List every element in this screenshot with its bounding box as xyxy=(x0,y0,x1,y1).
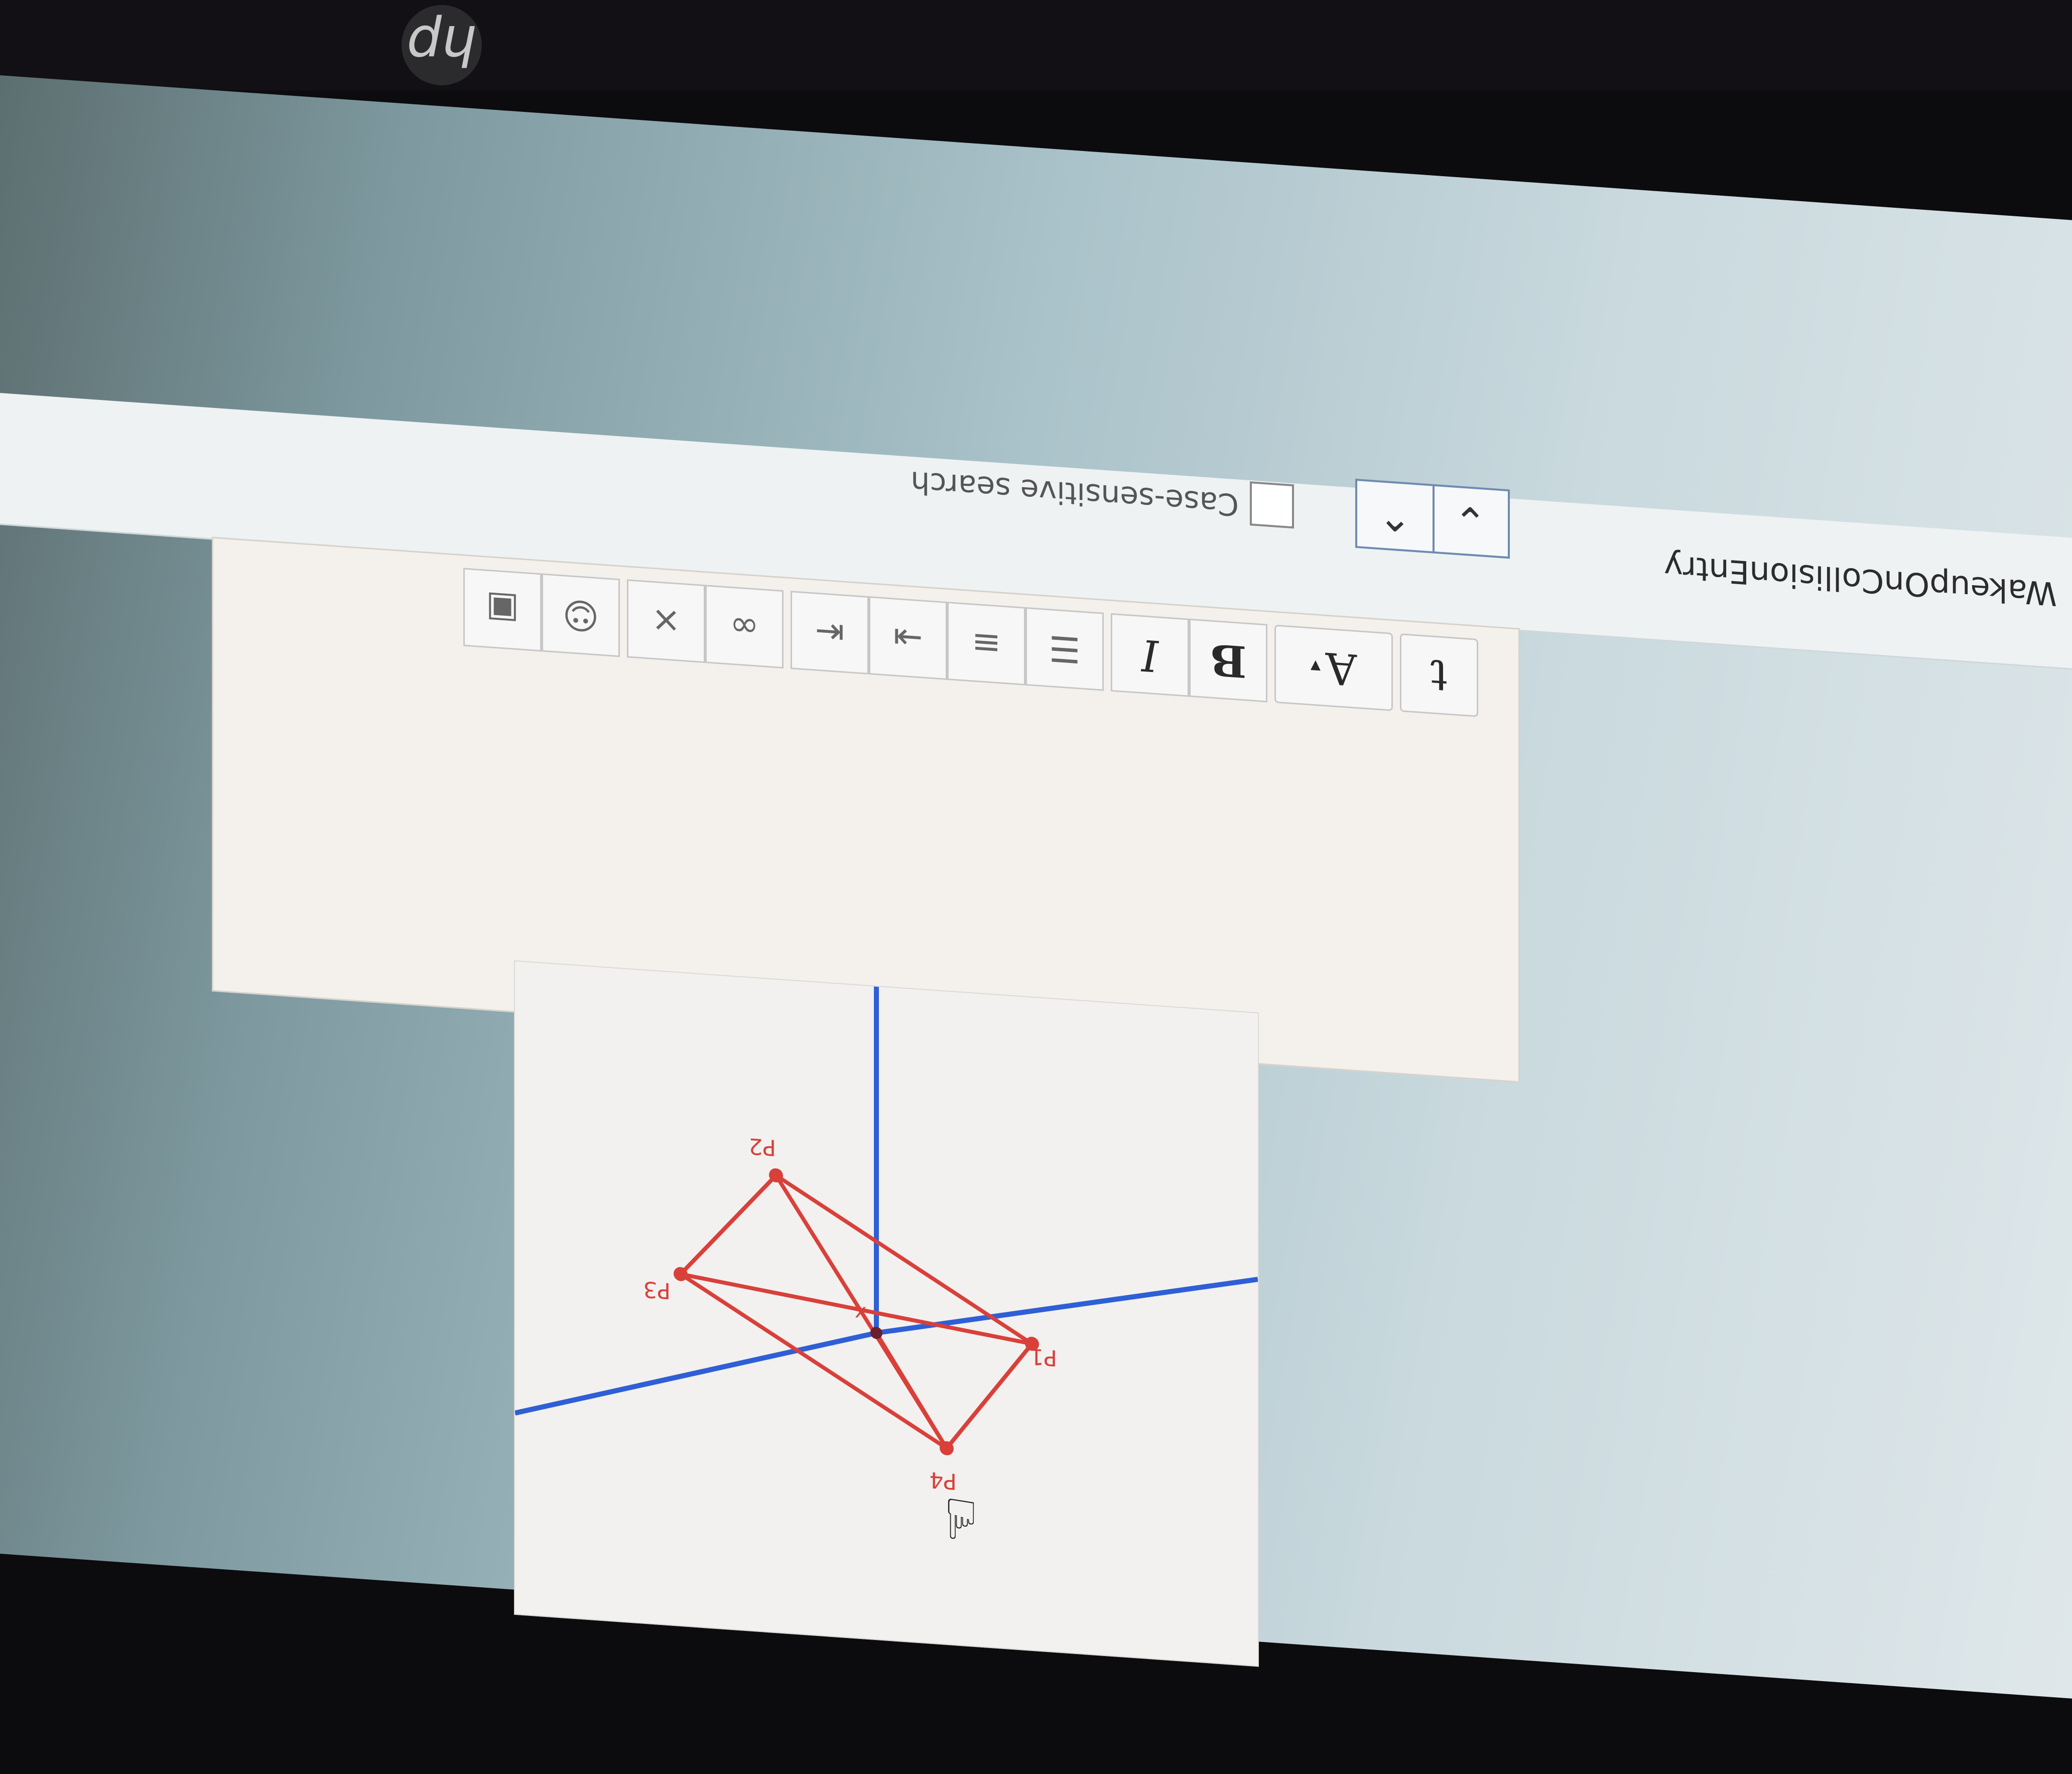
unordered-list-button[interactable]: ☰ xyxy=(1025,607,1104,691)
unlink-icon: ⨯ xyxy=(651,599,681,643)
unlink-button[interactable]: ⨯ xyxy=(627,579,705,663)
list-group: ☰ ≡ ⇥ ⇤ xyxy=(791,589,1104,691)
ordered-list-icon: ≡ xyxy=(971,622,1001,665)
label-p2: P2 xyxy=(748,1133,776,1160)
italic-button[interactable]: I xyxy=(1111,613,1189,697)
bold-icon: B xyxy=(1210,634,1247,688)
case-sensitive-label: Case-sensitive search xyxy=(911,464,1239,522)
tetrahedron-edge-3 xyxy=(874,1332,949,1449)
tetrahedron-diagram: P4 P3 P2 P1 x xyxy=(515,986,1258,1494)
chevron-down-icon: ⌄ xyxy=(1453,496,1487,546)
axis-line-2 xyxy=(875,1277,1258,1336)
vertex-x xyxy=(870,1327,882,1339)
indent-icon: ⇥ xyxy=(893,616,923,660)
label-p3: P3 xyxy=(643,1276,671,1304)
insert-group: ☺ ▣ xyxy=(463,566,620,657)
bold-button[interactable]: B xyxy=(1189,618,1267,703)
mouse-cursor-icon: ☝ xyxy=(944,1485,978,1552)
ordered-list-button[interactable]: ≡ xyxy=(947,601,1025,686)
text-style-dropdown-icon: A xyxy=(1325,642,1357,695)
screen: WakeupOnCollisionEntry ⌄ ⌃ Case-sensitiv… xyxy=(0,75,2072,1699)
link-icon: ∞ xyxy=(729,605,759,648)
unordered-list-icon: ☰ xyxy=(1049,627,1081,671)
outdent-button[interactable]: ⇤ xyxy=(791,591,869,675)
search-prev-button[interactable]: ⌄ xyxy=(1431,484,1510,559)
italic-icon: I xyxy=(1141,629,1158,681)
insert-text-button[interactable]: t xyxy=(1400,633,1478,717)
tetrahedron-diagram-image: P4 P3 P2 P1 x xyxy=(514,960,1259,1667)
app-ui: WakeupOnCollisionEntry ⌄ ⌃ Case-sensitiv… xyxy=(0,75,2072,1774)
laptop-bezel: hp xyxy=(0,0,2072,90)
search-input[interactable]: WakeupOnCollisionEntry xyxy=(1664,548,2057,612)
dropdown-caret-icon: ▾ xyxy=(1310,654,1321,678)
indent-button[interactable]: ⇥ xyxy=(869,596,947,680)
insert-text-icon: t xyxy=(1430,649,1448,701)
link-group: ∞ ⨯ xyxy=(627,577,784,669)
case-sensitive-checkbox[interactable] xyxy=(1250,481,1294,529)
axis-line-1 xyxy=(515,1330,877,1416)
outdent-icon: ⇤ xyxy=(815,611,845,654)
text-style-dropdown[interactable]: A ▾ xyxy=(1274,624,1393,712)
hp-logo-icon: hp xyxy=(402,5,482,85)
chevron-up-icon: ⌃ xyxy=(1378,491,1412,541)
label-x: x xyxy=(854,1301,866,1325)
format-group: B I xyxy=(1111,611,1267,703)
image-icon: ▣ xyxy=(485,588,520,632)
emoji-icon: ☺ xyxy=(562,593,599,637)
label-p1: P1 xyxy=(1029,1343,1057,1371)
link-button[interactable]: ∞ xyxy=(705,585,784,669)
emoji-button[interactable]: ☺ xyxy=(542,573,620,657)
search-next-button[interactable]: ⌃ xyxy=(1355,478,1435,554)
image-button[interactable]: ▣ xyxy=(463,568,542,652)
